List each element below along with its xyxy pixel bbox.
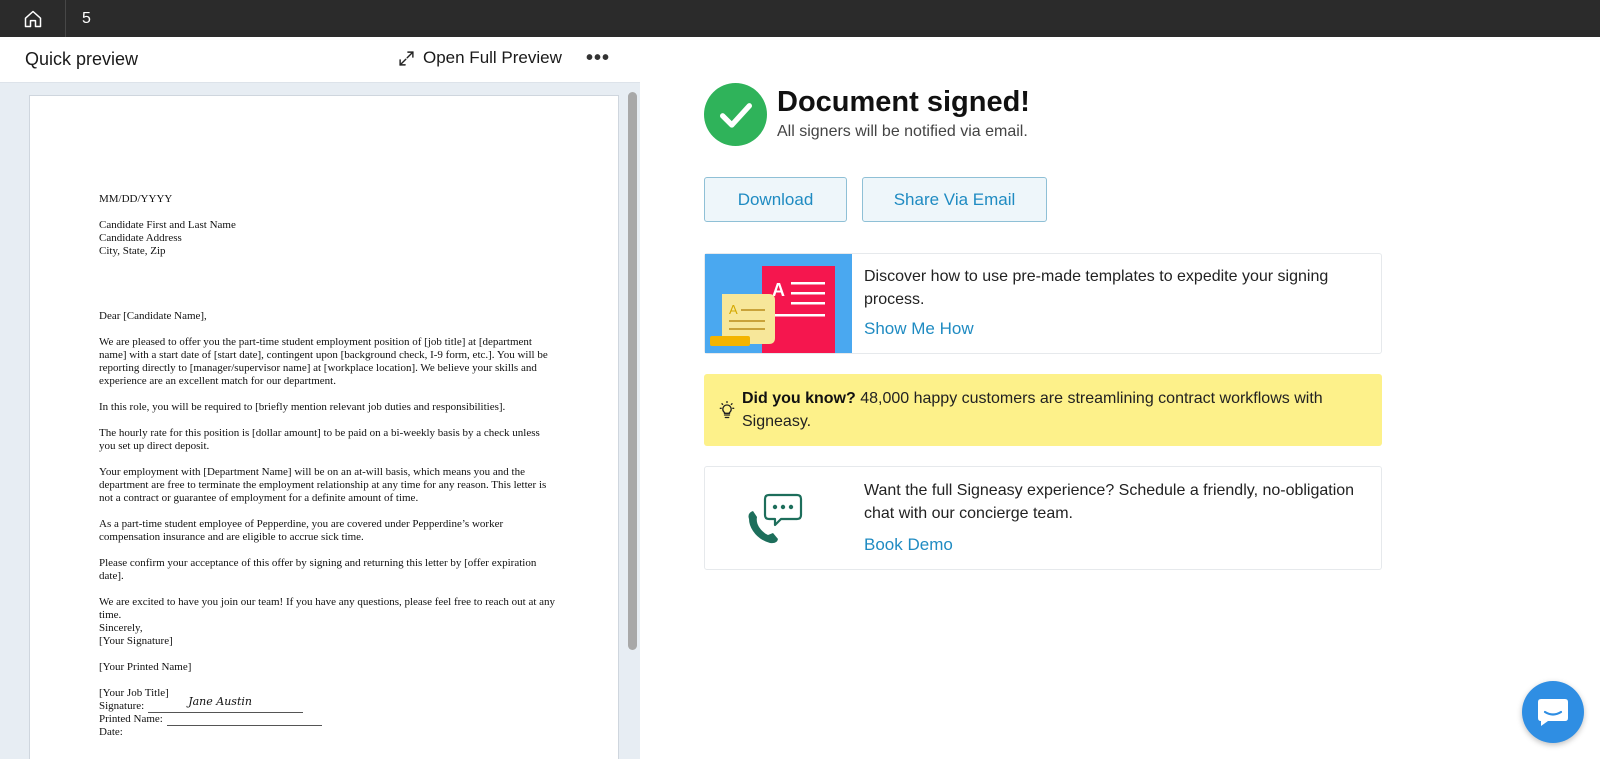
signature-field[interactable]: Jane Austin bbox=[148, 695, 304, 713]
doc-paragraph: As a part-time student employee of Peppe… bbox=[99, 518, 504, 543]
share-via-email-button[interactable]: Share Via Email bbox=[862, 177, 1047, 222]
open-full-preview-label: Open Full Preview bbox=[423, 48, 562, 67]
phone-chat-icon bbox=[748, 493, 803, 544]
doc-address-line: City, State, Zip bbox=[99, 245, 166, 257]
doc-paragraph: Your employment with [Department Name] w… bbox=[99, 466, 547, 504]
doc-paragraph: Please confirm your acceptance of this o… bbox=[99, 557, 537, 582]
signature-script: Jane Austin bbox=[188, 695, 252, 708]
status-title: Document signed! bbox=[777, 86, 1030, 118]
doc-printed-name: [Your Printed Name] bbox=[99, 661, 192, 673]
printed-name-field[interactable] bbox=[166, 714, 322, 726]
svg-text:A: A bbox=[729, 302, 738, 317]
book-demo-link[interactable]: Book Demo bbox=[864, 535, 953, 555]
top-bar: 5 bbox=[0, 0, 1600, 37]
doc-address-line: Candidate First and Last Name bbox=[99, 219, 236, 231]
preview-header: Quick preview Open Full Preview ••• bbox=[0, 37, 640, 83]
doc-date: MM/DD/YYYY bbox=[99, 193, 173, 205]
doc-signature-label: Signature: bbox=[99, 700, 145, 712]
doc-job-title: [Your Job Title] bbox=[99, 687, 169, 699]
did-you-know-heading: Did you know? bbox=[742, 390, 856, 407]
doc-salutation: Dear [Candidate Name], bbox=[99, 310, 207, 322]
expand-icon bbox=[399, 50, 414, 66]
doc-closing-line: [Your Signature] bbox=[99, 635, 173, 647]
templates-text: Discover how to use pre-made templates t… bbox=[864, 268, 1329, 308]
document-page: MM/DD/YYYY Candidate First and Last Name… bbox=[29, 95, 619, 759]
book-demo-card: Want the full Signeasy experience? Sched… bbox=[704, 466, 1382, 570]
checkmark-icon bbox=[719, 102, 752, 128]
templates-illustration: A A bbox=[705, 254, 852, 353]
document-viewport[interactable]: MM/DD/YYYY Candidate First and Last Name… bbox=[0, 83, 640, 759]
tab-count[interactable]: 5 bbox=[66, 10, 91, 28]
preview-pane: Quick preview Open Full Preview ••• MM/D… bbox=[0, 37, 640, 759]
more-options-button[interactable]: ••• bbox=[586, 48, 610, 68]
templates-card: A A Discover how to use pre-made templat… bbox=[704, 253, 1382, 354]
did-you-know-text: Did you know? 48,000 happy customers are… bbox=[742, 387, 1362, 433]
document-body: MM/DD/YYYY Candidate First and Last Name… bbox=[99, 193, 559, 739]
doc-paragraph: In this role, you will be required to [b… bbox=[99, 401, 506, 413]
preview-title: Quick preview bbox=[25, 49, 139, 69]
chat-bubble-icon bbox=[1538, 699, 1568, 726]
doc-signature-row: Signature: Jane Austin bbox=[99, 695, 559, 713]
doc-printed-name-label: Printed Name: bbox=[99, 713, 163, 725]
status-subtitle: All signers will be notified via email. bbox=[777, 123, 1028, 140]
doc-paragraph: The hourly rate for this position is [do… bbox=[99, 427, 540, 452]
book-demo-text: Want the full Signeasy experience? Sched… bbox=[864, 482, 1355, 522]
template-document-icon: A A bbox=[710, 266, 835, 353]
did-you-know-banner: Did you know? 48,000 happy customers are… bbox=[704, 374, 1382, 446]
open-full-preview-button[interactable]: Open Full Preview bbox=[398, 48, 562, 68]
doc-printed-name-row: Printed Name: bbox=[99, 713, 559, 726]
lightbulb-icon bbox=[719, 401, 735, 419]
doc-date-label: Date: bbox=[99, 726, 123, 738]
success-badge bbox=[704, 83, 767, 146]
doc-address-line: Candidate Address bbox=[99, 232, 182, 244]
doc-closing: We are excited to have you join our team… bbox=[99, 596, 559, 648]
preview-scrollbar[interactable] bbox=[628, 92, 637, 650]
doc-address: Candidate First and Last Name Candidate … bbox=[99, 219, 559, 258]
home-icon bbox=[24, 10, 41, 27]
show-me-how-link[interactable]: Show Me How bbox=[864, 319, 974, 339]
home-button[interactable] bbox=[0, 0, 66, 37]
doc-paragraph: We are pleased to offer you the part-tim… bbox=[99, 336, 548, 387]
download-button[interactable]: Download bbox=[704, 177, 847, 222]
doc-closing-line: Sincerely, bbox=[99, 622, 143, 634]
chat-widget-button[interactable] bbox=[1522, 681, 1584, 743]
doc-closing-line: We are excited to have you join our team… bbox=[99, 596, 556, 621]
